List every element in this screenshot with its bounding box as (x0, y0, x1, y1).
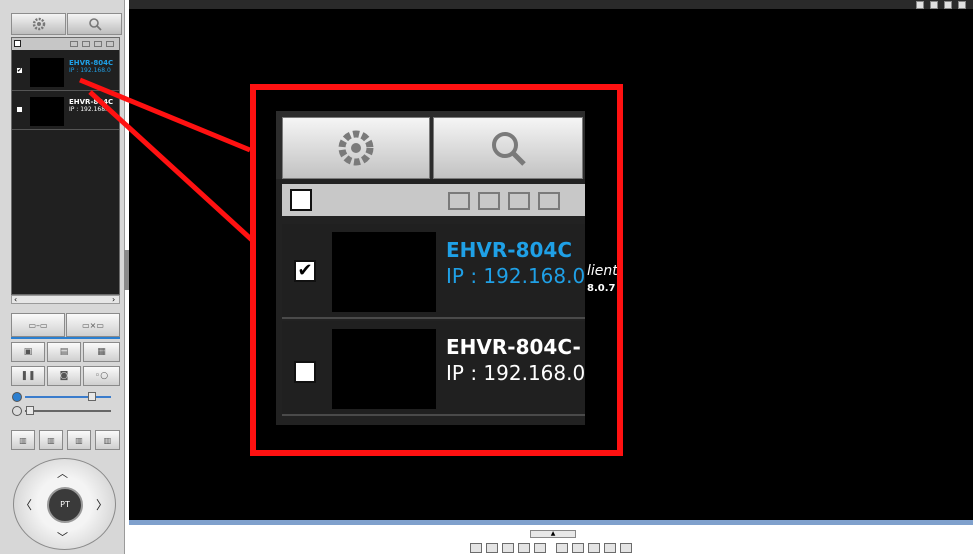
device-thumbnail (332, 232, 436, 312)
zoom-inset: ✔ EHVR-804C IP : 192.168.0 EHVR-804C- IP… (276, 111, 585, 425)
zoom-toolbar (276, 111, 585, 179)
zoom-device-row[interactable]: EHVR-804C- IP : 192.168.0 (282, 321, 585, 416)
device-checkbox[interactable]: ✔ (294, 260, 316, 282)
gear-icon (338, 130, 374, 166)
device-checkbox[interactable] (294, 361, 316, 383)
zoom-list-header (282, 184, 585, 216)
upload-device-icon[interactable] (538, 192, 560, 210)
device-group-icon[interactable] (448, 192, 470, 210)
device-ip: IP : 192.168.0 (446, 361, 586, 385)
search-icon (492, 132, 526, 166)
delete-device-icon[interactable] (508, 192, 530, 210)
device-name: EHVR-804C (446, 238, 573, 262)
zoom-device-row[interactable]: ✔ EHVR-804C IP : 192.168.0 (282, 224, 585, 319)
device-name: EHVR-804C- (446, 335, 581, 359)
select-all-checkbox[interactable] (290, 189, 312, 211)
add-device-icon[interactable] (478, 192, 500, 210)
device-ip: IP : 192.168.0 (446, 264, 586, 288)
zoom-settings-button[interactable] (282, 117, 430, 179)
zoom-search-button[interactable] (433, 117, 583, 179)
device-thumbnail (332, 329, 436, 409)
